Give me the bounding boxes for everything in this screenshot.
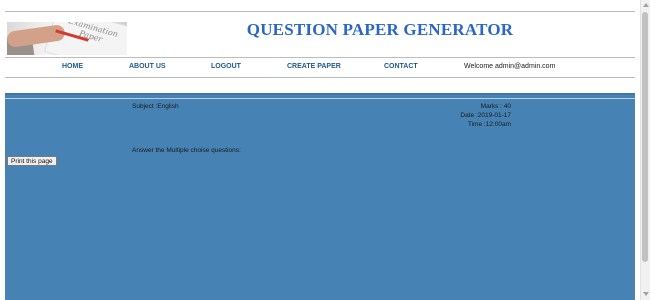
time-label: Time :12:00am xyxy=(467,121,511,128)
nav-logout[interactable]: LOGOUT xyxy=(211,63,241,70)
marks-label: Marks : 40 xyxy=(480,103,511,110)
nav-top-divider xyxy=(5,57,635,58)
panel-divider xyxy=(5,98,635,99)
top-divider xyxy=(5,11,635,12)
panel-top-border xyxy=(5,93,635,95)
nav-about-us[interactable]: ABOUT US xyxy=(129,63,166,70)
scroll-down-icon[interactable] xyxy=(643,292,649,296)
nav-create-paper[interactable]: CREATE PAPER xyxy=(287,63,341,70)
nav-contact[interactable]: CONTACT xyxy=(384,63,418,70)
logo-image: Examination Paper xyxy=(7,22,127,55)
scrollbar-thumb[interactable] xyxy=(642,12,648,262)
page-title: QUESTION PAPER GENERATOR xyxy=(246,20,514,39)
scroll-up-icon[interactable] xyxy=(643,3,649,7)
print-button[interactable]: Print this page xyxy=(7,156,57,166)
question-paper-panel: Subject :English Marks : 40 Date :2019-0… xyxy=(5,93,635,300)
welcome-text: Welcome admin@admin.com xyxy=(464,63,556,70)
date-label: Date :2019-01-17 xyxy=(460,112,511,119)
page: Examination Paper QUESTION PAPER GENERAT… xyxy=(0,0,640,300)
nav-home[interactable]: HOME xyxy=(62,63,83,70)
instruction-text: Answer the Multiple choise questions: xyxy=(132,147,241,154)
nav-bottom-divider xyxy=(5,77,635,78)
subject-label: Subject :English xyxy=(132,103,179,110)
